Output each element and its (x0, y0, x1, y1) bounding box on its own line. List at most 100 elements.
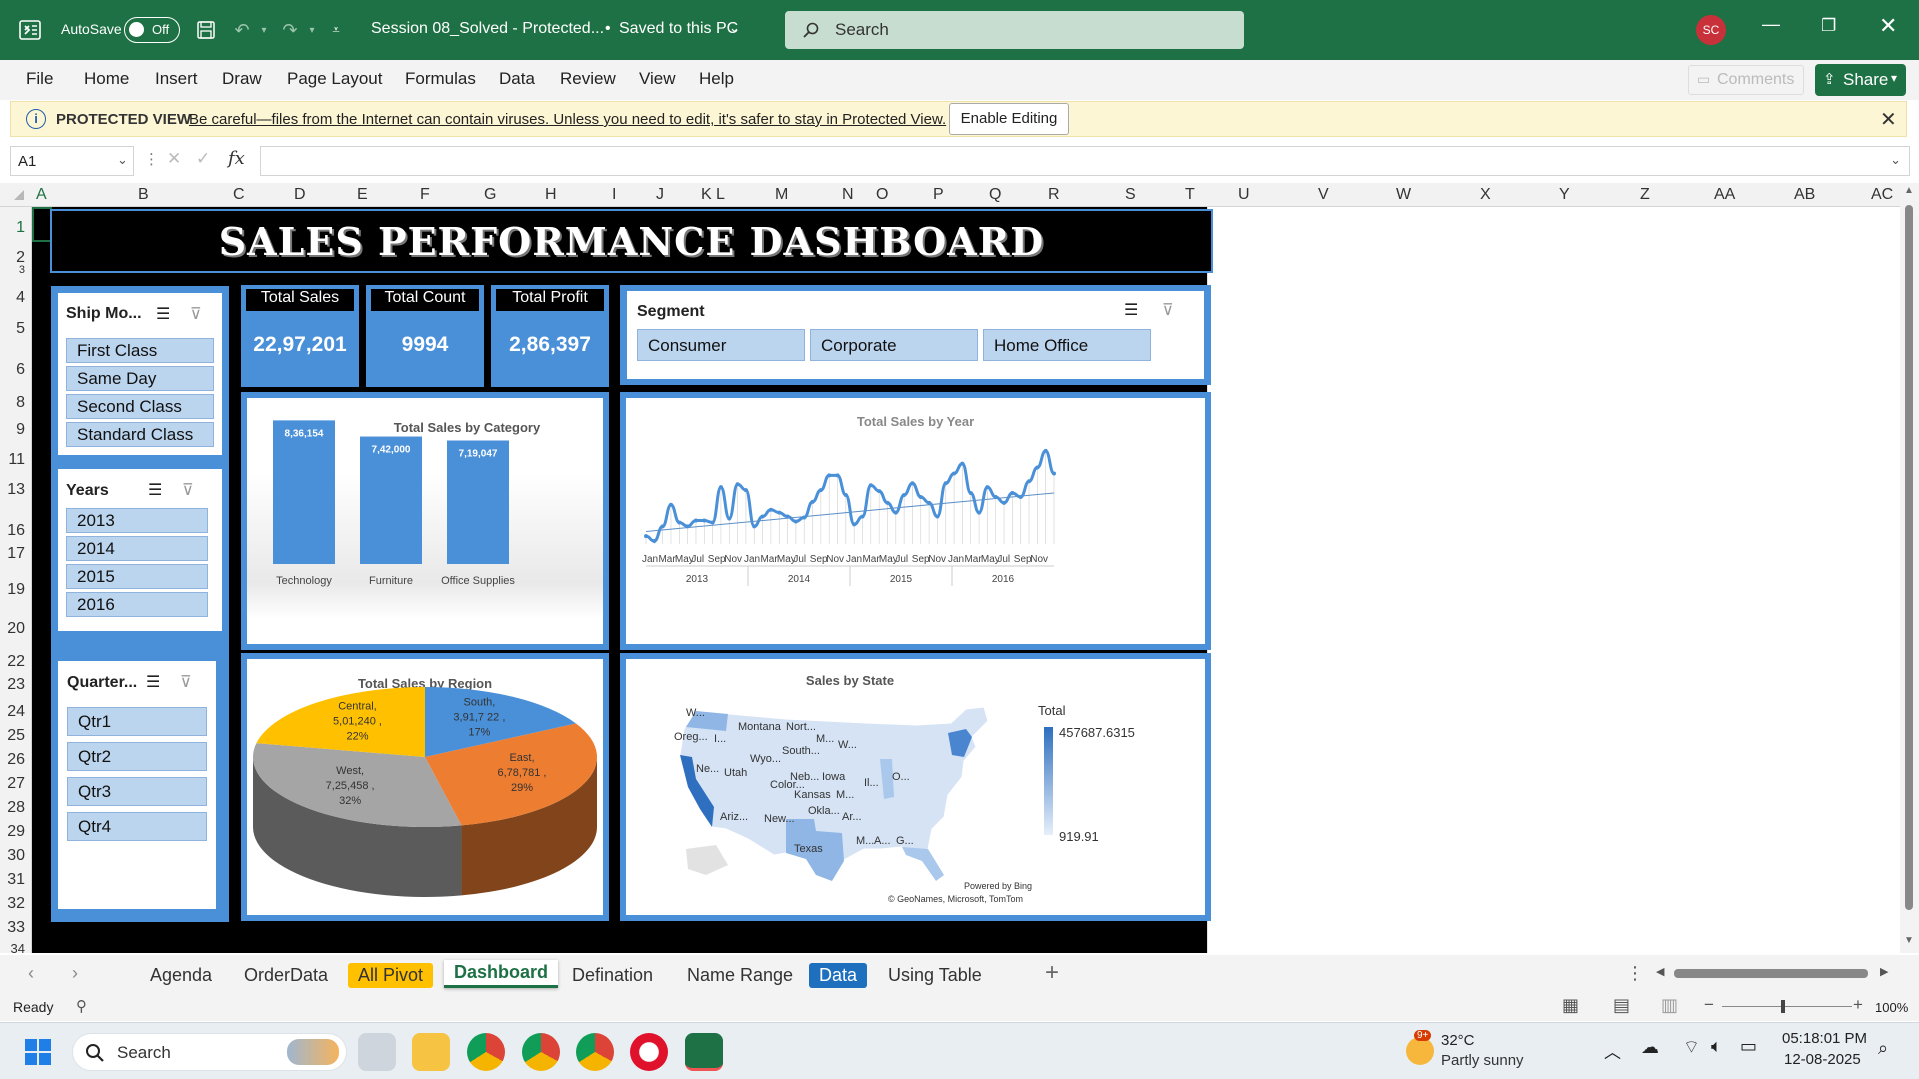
column-header[interactable]: I (612, 186, 616, 204)
prev-sheet-icon[interactable]: ‹ (28, 963, 34, 984)
volume-icon[interactable]: 🔈︎ (1711, 1036, 1722, 1057)
chrome-second-icon[interactable] (576, 1033, 614, 1071)
data-point[interactable] (668, 502, 673, 507)
tab-data[interactable]: Data (499, 69, 535, 89)
state-map[interactable]: Sales by State W... Oreg... I... Montana Nor… (626, 659, 1205, 915)
column-header[interactable]: H (545, 186, 557, 204)
file-explorer-icon[interactable] (412, 1033, 450, 1071)
column-header[interactable]: U (1238, 186, 1250, 204)
slicer-item-qtr4[interactable]: Qtr4 (67, 812, 207, 841)
excel-taskbar-icon[interactable] (685, 1033, 723, 1071)
data-point[interactable] (702, 518, 707, 523)
onedrive-icon[interactable]: ☁ (1641, 1037, 1659, 1058)
data-point[interactable] (985, 485, 990, 490)
clear-filter-icon[interactable]: ⊽ (1162, 300, 1174, 320)
slicer-item-standard-class[interactable]: Standard Class (66, 422, 214, 447)
data-point[interactable] (727, 516, 732, 521)
data-point[interactable] (693, 518, 698, 523)
slicer-item-corporate[interactable]: Corporate (810, 329, 978, 361)
data-point[interactable] (652, 539, 657, 544)
row-header[interactable]: 31 (7, 871, 25, 889)
column-header[interactable]: C (233, 186, 245, 204)
row-header[interactable]: 28 (7, 799, 25, 817)
data-point[interactable] (644, 534, 648, 539)
data-point[interactable] (768, 507, 773, 512)
data-point[interactable] (1027, 479, 1032, 484)
row-header[interactable]: 6 (16, 361, 25, 379)
multi-select-icon[interactable]: ☰ (1124, 300, 1138, 320)
taskbar-search[interactable]: Search (72, 1033, 347, 1071)
slicer-item-qtr2[interactable]: Qtr2 (67, 742, 207, 771)
name-box-chevron-down-icon[interactable]: ⌄ (117, 152, 128, 168)
tab-help[interactable]: Help (699, 69, 734, 89)
tab-review[interactable]: Review (560, 69, 616, 89)
name-box[interactable]: A1 ⌄ (10, 146, 134, 176)
data-point[interactable] (802, 515, 807, 520)
comments-button[interactable]: ▭ Comments (1688, 65, 1804, 95)
data-point[interactable] (935, 514, 940, 519)
zoom-out-icon[interactable]: − (1704, 995, 1714, 1015)
zoom-in-icon[interactable]: + (1853, 995, 1863, 1015)
data-point[interactable] (818, 488, 823, 493)
data-point[interactable] (835, 473, 840, 478)
more-sheets-icon[interactable]: ⋮ (1626, 963, 1644, 984)
slicer-item-2016[interactable]: 2016 (66, 592, 208, 617)
row-header[interactable]: 9 (16, 421, 25, 439)
zoom-slider-thumb[interactable] (1781, 1000, 1785, 1013)
active-cell[interactable] (32, 207, 52, 242)
notifications-icon[interactable]: ⌕ (1878, 1038, 1888, 1059)
data-point[interactable] (1018, 494, 1023, 499)
region-chart[interactable]: Total Sales by Region South, 3,91,7 22 ,1… (247, 659, 603, 915)
scroll-up-icon[interactable]: ▲ (1904, 185, 1914, 196)
data-point[interactable] (1052, 471, 1056, 476)
clock-time[interactable]: 05:18:01 PM (1782, 1030, 1867, 1047)
column-header[interactable]: Y (1559, 186, 1570, 204)
h-scrollbar-thumb[interactable] (1674, 969, 1868, 978)
slicer-item-2013[interactable]: 2013 (66, 508, 208, 533)
column-header[interactable]: M (775, 186, 788, 204)
formula-input[interactable]: ⌄ (260, 146, 1910, 176)
data-point[interactable] (977, 510, 982, 515)
column-header[interactable]: X (1480, 186, 1491, 204)
tab-insert[interactable]: Insert (155, 69, 198, 89)
data-point[interactable] (843, 493, 848, 497)
scrollbar-thumb[interactable] (1905, 205, 1913, 910)
row-header[interactable]: 22 (7, 653, 25, 671)
tab-draw[interactable]: Draw (222, 69, 262, 89)
row-header[interactable]: 4 (16, 289, 25, 307)
clear-filter-icon[interactable]: ⊽ (190, 304, 202, 324)
sheet-tab-data[interactable]: Data (809, 963, 868, 988)
row-header[interactable]: 20 (7, 620, 25, 638)
category-chart[interactable]: Total Sales by Category 8,36,154 Technolo… (247, 398, 603, 644)
sheet-tab-agenda[interactable]: Agenda (140, 963, 222, 988)
column-header[interactable]: F (420, 186, 430, 204)
column-header[interactable]: J (656, 186, 664, 204)
data-point[interactable] (777, 510, 782, 515)
data-point[interactable] (785, 514, 790, 519)
data-point[interactable] (877, 489, 882, 494)
slicer-item-2014[interactable]: 2014 (66, 536, 208, 561)
data-point[interactable] (1043, 448, 1048, 453)
show-hidden-icons[interactable]: ︿ (1604, 1038, 1621, 1063)
row-header[interactable]: 17 (7, 545, 25, 563)
insert-function-icon[interactable]: fx (228, 148, 245, 169)
chrome-icon[interactable] (467, 1033, 505, 1071)
clear-filter-icon[interactable]: ⊽ (180, 672, 192, 692)
column-header[interactable]: Q (989, 186, 1001, 204)
autosave-toggle[interactable]: Off (124, 17, 180, 43)
slicer-item-second-class[interactable]: Second Class (66, 394, 214, 419)
column-header[interactable]: W (1396, 186, 1411, 204)
tab-page-layout[interactable]: Page Layout (287, 69, 382, 89)
column-header[interactable]: Z (1640, 186, 1650, 204)
row-header[interactable]: 24 (7, 703, 25, 721)
chrome-profile-icon[interactable] (522, 1033, 560, 1071)
scroll-right-icon[interactable]: ▶ (1880, 965, 1888, 978)
row-header[interactable]: 16 (7, 522, 25, 540)
bar[interactable] (273, 420, 335, 564)
next-sheet-icon[interactable]: › (72, 963, 78, 984)
row-header[interactable]: 30 (7, 847, 25, 865)
row-header[interactable]: 29 (7, 823, 25, 841)
data-point[interactable] (793, 519, 798, 524)
slicer-item-home-office[interactable]: Home Office (983, 329, 1151, 361)
column-header[interactable]: D (294, 186, 306, 204)
